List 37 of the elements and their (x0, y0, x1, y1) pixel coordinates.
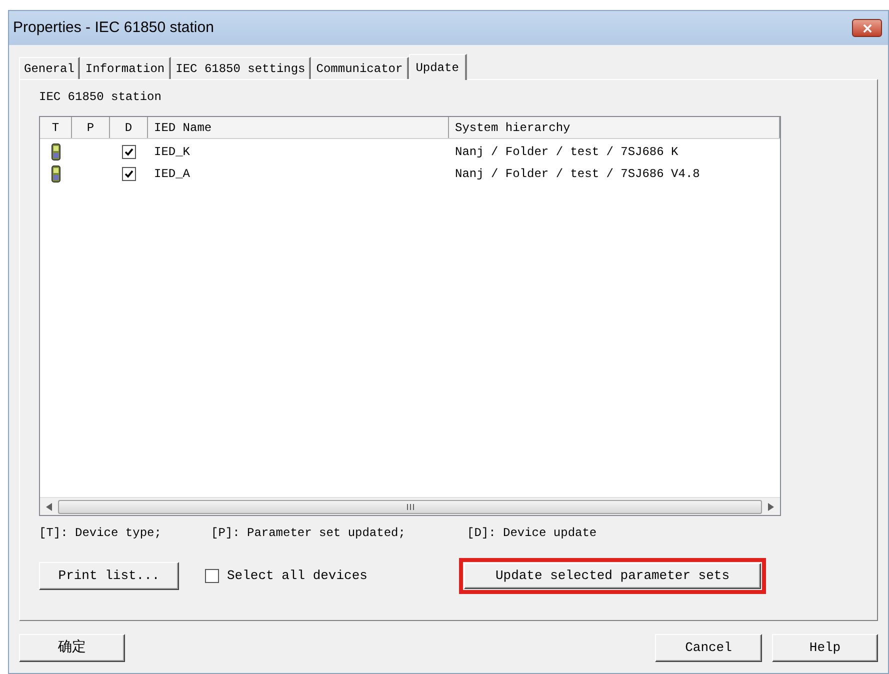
tab[interactable]: Communicator (311, 57, 409, 79)
horizontal-scrollbar[interactable] (40, 497, 780, 515)
table-cell-text: IED_A (153, 166, 192, 183)
column-header[interactable]: IED Name (148, 117, 449, 138)
column-header[interactable]: T (40, 117, 72, 138)
tab[interactable]: General (19, 57, 80, 79)
column-header[interactable]: P (72, 117, 110, 138)
tab[interactable]: Information (80, 57, 171, 79)
ok-button[interactable]: 确定 (19, 634, 125, 662)
close-button[interactable] (852, 19, 882, 37)
column-header[interactable]: D (110, 117, 148, 138)
legend-text: [P]: Parameter set updated; (211, 525, 406, 542)
grip-icon (406, 504, 414, 510)
left-arrow-icon[interactable] (46, 502, 52, 510)
tab[interactable]: IEC 61850 settings (170, 57, 312, 79)
tab[interactable]: Update (408, 54, 467, 80)
legend-text: [T]: Device type; (39, 525, 162, 542)
select-all-checkbox[interactable] (205, 569, 219, 583)
help-button[interactable]: Help (772, 634, 878, 662)
checkbox-label[interactable]: Select all devices (227, 566, 368, 586)
table-cell-text: Nanj / Folder / test / 7SJ686 V4.8 (454, 166, 701, 183)
group-label: IEC 61850 station (39, 89, 162, 106)
right-arrow-icon[interactable] (768, 502, 774, 510)
device-icon (51, 165, 61, 183)
device-update-checkbox[interactable] (122, 145, 136, 159)
column-header[interactable]: System hierarchy (449, 117, 780, 138)
device-update-checkbox[interactable] (122, 167, 136, 181)
table-cell-text: IED_K (153, 144, 192, 161)
update-button[interactable]: Update selected parameter sets (464, 563, 761, 589)
scrollbar-thumb[interactable] (58, 500, 762, 514)
legend-text: [D]: Device update (467, 525, 597, 542)
close-icon (862, 24, 872, 32)
cancel-button[interactable]: Cancel (655, 634, 762, 662)
device-icon (51, 143, 61, 161)
window-title: Properties - IEC 61850 station (13, 18, 214, 38)
print-list-button[interactable]: Print list... (39, 562, 179, 590)
table-cell-text: Nanj / Folder / test / 7SJ686 K (454, 144, 680, 161)
